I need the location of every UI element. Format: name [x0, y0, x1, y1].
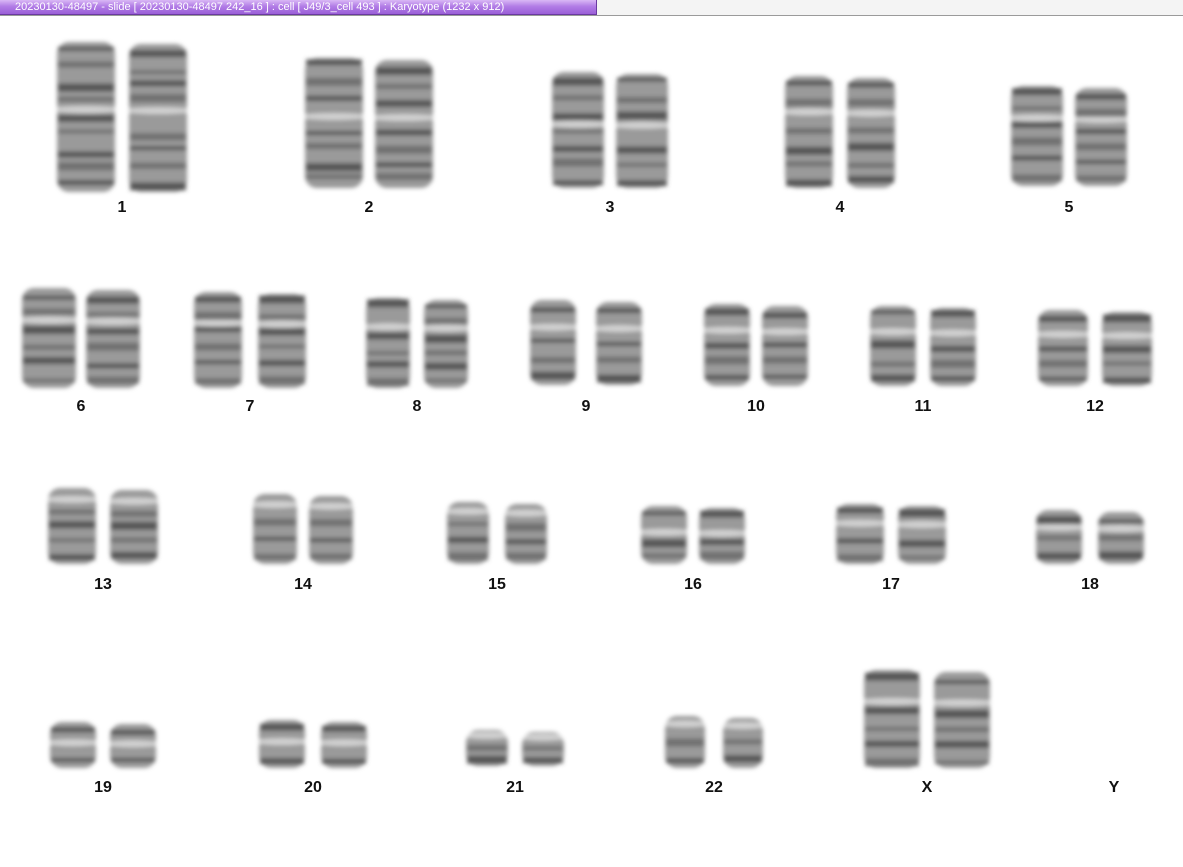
- window-titlebar: 20230130-48497 - slide [ 20230130-48497 …: [0, 0, 1183, 16]
- chromosome-label-2: 2: [364, 199, 374, 216]
- chromosome-pair-16[interactable]: [635, 501, 751, 569]
- chromosome-pair-8[interactable]: [360, 293, 474, 393]
- chromatid: [194, 292, 242, 388]
- chromosome-label-y: Y: [1108, 779, 1120, 796]
- chromosome-label-10: 10: [747, 398, 765, 415]
- chromosome-pair-1[interactable]: [50, 37, 194, 197]
- window-title: 20230130-48497 - slide [ 20230130-48497 …: [15, 1, 505, 13]
- chromosome-pair-11[interactable]: [864, 301, 982, 391]
- chromosome-label-11: 11: [914, 398, 932, 415]
- chromosome-label-14: 14: [294, 576, 312, 593]
- chromosome-pair-5[interactable]: [1004, 81, 1134, 191]
- chromosome-label-12: 12: [1086, 398, 1104, 415]
- chromosome-label-3: 3: [605, 199, 615, 216]
- chromosome-label-8: 8: [412, 398, 422, 415]
- chromatid: [1075, 88, 1127, 186]
- chromatid: [129, 44, 187, 192]
- chromosome-label-4: 4: [835, 199, 845, 216]
- chromatid: [1011, 86, 1063, 186]
- chromatid: [616, 74, 668, 188]
- chromosome-pair-13[interactable]: [42, 483, 164, 569]
- chromosome-pair-15[interactable]: [441, 497, 553, 569]
- chromosome-pair-4[interactable]: [779, 71, 901, 193]
- chromosome-pair-3[interactable]: [545, 67, 675, 193]
- chromosome-label-22: 22: [705, 779, 723, 796]
- chromatid: [22, 288, 76, 388]
- chromatid: [86, 290, 140, 388]
- chromatid: [864, 670, 920, 768]
- chromosome-pair-9[interactable]: [524, 295, 648, 390]
- chromosome-pair-18[interactable]: [1030, 505, 1150, 569]
- chromatid: [258, 294, 306, 388]
- chromosome-label-7: 7: [245, 398, 255, 415]
- chromosome-pair-17[interactable]: [830, 499, 952, 569]
- chromosome-pair-x[interactable]: [857, 665, 997, 773]
- chromosome-pair-22[interactable]: [660, 711, 768, 773]
- chromosome-label-20: 20: [304, 779, 322, 796]
- chromosome-label-9: 9: [581, 398, 591, 415]
- chromosome-pair-2[interactable]: [298, 53, 440, 193]
- chromosome-pair-12[interactable]: [1032, 305, 1158, 391]
- chromosome-pair-10[interactable]: [698, 299, 814, 391]
- chromosome-label-6: 6: [76, 398, 86, 415]
- chromatid: [375, 60, 433, 188]
- title-tab[interactable]: 20230130-48497 - slide [ 20230130-48497 …: [0, 0, 597, 15]
- chromosome-pair-19[interactable]: [44, 717, 162, 773]
- chromosome-label-5: 5: [1064, 199, 1074, 216]
- chromosome-pair-6[interactable]: [15, 283, 147, 393]
- chromatid: [366, 298, 410, 388]
- chromosome-pair-20[interactable]: [253, 715, 373, 773]
- chromosome-pair-7[interactable]: [188, 287, 312, 393]
- chromosome-label-1: 1: [117, 199, 127, 216]
- chromosome-label-18: 18: [1081, 576, 1099, 593]
- chromatid: [934, 672, 990, 768]
- chromosome-label-x: X: [921, 779, 933, 796]
- chromosome-label-15: 15: [488, 576, 506, 593]
- chromosome-pair-21[interactable]: [460, 725, 570, 771]
- chromosome-label-16: 16: [684, 576, 702, 593]
- chromosome-pair-14[interactable]: [247, 489, 359, 569]
- chromosome-label-17: 17: [882, 576, 900, 593]
- chromosome-label-13: 13: [94, 576, 112, 593]
- karyotype-canvas: 1 2 3 4 5 6 7 8 9 10 11 12 13 14 15 16 17 18 19 20 21 22 X Y: [0, 17, 1183, 867]
- chromosome-label-19: 19: [94, 779, 112, 796]
- chromosome-label-21: 21: [506, 779, 524, 796]
- chromatid: [424, 300, 468, 388]
